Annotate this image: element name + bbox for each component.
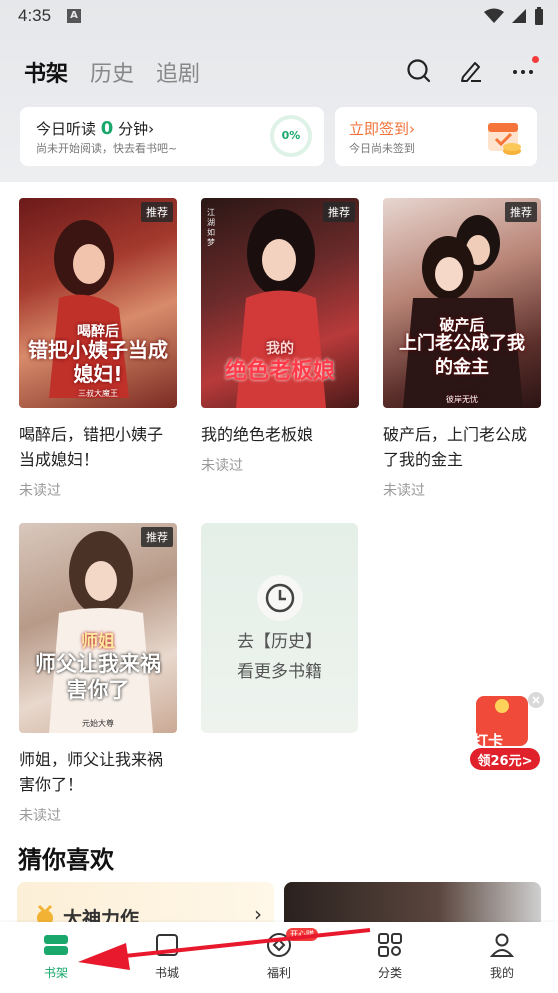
book-cover[interactable]: 推荐 我的 绝色老板娘 江湖如梦 <box>201 198 359 408</box>
book-cover[interactable]: 推荐 师姐 师父让我来祸害你了 元始大尊 <box>19 523 177 733</box>
recommend-badge: 推荐 <box>141 527 173 547</box>
recommend-badge: 推荐 <box>323 202 355 222</box>
wifi-icon <box>484 8 504 23</box>
nav-category[interactable]: 分类 <box>345 922 435 993</box>
category-icon <box>378 933 402 957</box>
header-tabs: 书架 历史 追剧 <box>24 56 200 88</box>
recommend-badge: 推荐 <box>141 202 173 222</box>
header-actions <box>406 56 539 84</box>
history-line2: 看更多书籍 <box>237 662 322 682</box>
history-shortcut-card[interactable]: 去【历史】 看更多书籍 <box>201 523 358 733</box>
notification-dot <box>532 56 539 63</box>
nav-label: 分类 <box>377 966 402 980</box>
book-cover[interactable]: 推荐 喝醉后 错把小姨子当成媳妇! 三叔大魔王 <box>19 198 177 408</box>
welfare-badge: 开心赚 <box>286 928 318 941</box>
book-item[interactable]: 推荐 我的 绝色老板娘 江湖如梦 我的绝色老板娘 未读过 <box>201 198 359 475</box>
nav-label: 书架 <box>43 966 68 980</box>
signin-card[interactable]: 立即签到› 今日尚未签到 <box>335 107 537 166</box>
nav-bookstore[interactable]: 书城 <box>122 922 212 993</box>
tab-history[interactable]: 历史 <box>90 56 134 88</box>
cover-main-text: 绝色老板娘 <box>224 359 335 384</box>
bookstore-icon <box>156 934 178 956</box>
tab-drama[interactable]: 追剧 <box>156 56 200 88</box>
book-title[interactable]: 师姐，师父让我来祸害你了！ <box>19 747 177 797</box>
listen-subtitle: 尚未开始阅读，快去看书吧~ <box>36 142 178 155</box>
cover-main-text: 上门老公成了我的金主 <box>399 333 525 378</box>
profile-icon <box>489 933 515 957</box>
status-bar: 4:35 A <box>0 0 558 32</box>
listen-time-card[interactable]: 今日听读 0 分钟› 尚未开始阅读，快去看书吧~ 0% <box>20 107 324 166</box>
listen-minutes: 0 <box>100 118 114 139</box>
book-read-status: 未读过 <box>201 458 243 474</box>
status-time: 4:35 <box>18 6 52 25</box>
more-icon[interactable] <box>510 56 539 84</box>
book-item[interactable]: 推荐 破产后 上门老公成了我的金主 彼岸无忧 破产后，上门老公成了我的金主 未读… <box>383 198 541 500</box>
promo-line1: 打卡 <box>472 732 503 750</box>
nav-welfare[interactable]: 开心赚 福利 <box>234 922 324 993</box>
book-item[interactable]: 推荐 喝醉后 错把小姨子当成媳妇! 三叔大魔王 喝醉后，错把小姨子当成媳妇！ 未… <box>19 198 177 500</box>
signin-subtitle: 今日尚未签到 <box>349 142 415 155</box>
cover-top-text: 师姐 <box>81 632 115 652</box>
bookshelf-icon <box>44 935 68 955</box>
cover-author-text: 元始大尊 <box>82 719 114 728</box>
checkin-promo[interactable]: 打卡 领26元> <box>468 690 546 772</box>
promo-line2: 领26元> <box>477 754 533 769</box>
bottom-nav: 书架 书城 开心赚 福利 分类 我的 <box>0 922 558 993</box>
signin-title: 立即签到› <box>349 120 416 138</box>
book-read-status: 未读过 <box>383 483 425 499</box>
book-title[interactable]: 破产后，上门老公成了我的金主 <box>383 422 541 472</box>
book-title[interactable]: 我的绝色老板娘 <box>201 422 359 447</box>
cover-author-text: 三叔大魔王 <box>78 389 118 398</box>
tab-bookshelf[interactable]: 书架 <box>24 56 68 88</box>
nav-profile[interactable]: 我的 <box>457 922 547 993</box>
book-read-status: 未读过 <box>19 808 61 824</box>
notification-icon: A <box>67 9 81 23</box>
search-icon[interactable] <box>406 58 432 84</box>
history-line1: 去【历史】 <box>237 632 322 652</box>
book-item[interactable]: 推荐 师姐 师父让我来祸害你了 元始大尊 师姐，师父让我来祸害你了！ 未读过 <box>19 523 177 825</box>
book-cover[interactable]: 推荐 破产后 上门老公成了我的金主 彼岸无忧 <box>383 198 541 408</box>
nav-label: 书城 <box>154 966 179 980</box>
cover-author-text: 彼岸无忧 <box>446 395 478 404</box>
calendar-icon <box>488 123 521 155</box>
cover-main-text: 错把小姨子当成媳妇! <box>28 338 168 386</box>
clock-icon <box>257 575 303 621</box>
nav-label: 福利 <box>266 966 291 980</box>
recommend-badge: 推荐 <box>505 202 537 222</box>
system-icons <box>484 7 544 25</box>
cover-main-text: 师父让我来祸害你了 <box>35 652 161 702</box>
listen-title: 今日听读 0 分钟› <box>36 118 155 139</box>
battery-icon <box>535 7 543 25</box>
listen-progress-ring: 0% <box>270 115 312 157</box>
cover-author-text: 江湖如梦 <box>207 208 215 247</box>
nav-label: 我的 <box>489 966 514 980</box>
signal-icon <box>512 9 526 23</box>
book-read-status: 未读过 <box>19 483 61 499</box>
nav-bookshelf[interactable]: 书架 <box>11 922 101 993</box>
recommend-title: 猜你喜欢 <box>18 846 114 874</box>
book-title[interactable]: 喝醉后，错把小姨子当成媳妇！ <box>19 422 177 472</box>
edit-icon[interactable] <box>458 58 484 84</box>
